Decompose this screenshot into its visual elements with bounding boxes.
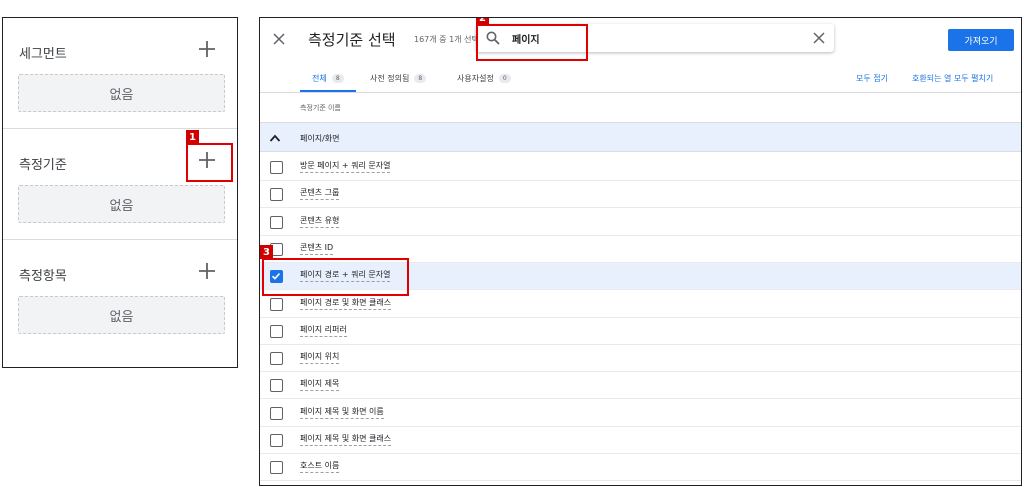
row-checkbox[interactable] [270,379,283,393]
row-label: 페이지 제목 및 화면 이름 [300,407,384,419]
dimension-row[interactable]: 페이지 리퍼러 [260,318,1021,345]
select-dimensions-dialog: 측정기준 선택 167개 중 1개 선택됨 가져오기 전체 8 사전 정의됨 8… [259,17,1022,486]
row-checkbox[interactable] [270,434,283,447]
plus-icon [199,41,215,57]
row-label: 페이지 경로 및 화면 클래스 [300,298,392,310]
add-metric-button[interactable] [194,258,220,284]
tab-predefined-count: 8 [414,74,427,83]
variables-panel: 세그먼트 없음 측정기준 없음 측정항목 없음 [2,17,238,368]
annotation-3-number: 3 [260,245,273,260]
tab-all-label: 전체 [312,74,327,83]
metrics-title: 측정항목 [19,269,67,284]
row-checkbox[interactable] [270,406,283,420]
dimension-row[interactable]: 방문 페이지 + 쿼리 문자열 [260,154,1021,181]
annotation-2-number: 2 [476,18,489,25]
dimension-row[interactable]: 콘텐츠 그룹 [260,181,1021,209]
tab-custom-label: 사용자설정 [457,74,494,83]
dimension-row[interactable]: 호스트 이름 [260,454,1021,482]
row-label: 페이지 리퍼러 [300,325,347,337]
chevron-up-icon [269,134,281,142]
clear-search-icon[interactable] [812,31,826,45]
tabs-divider [260,92,1021,93]
group-label: 페이지/화면 [300,134,340,143]
tab-predefined[interactable]: 사전 정의됨 8 [370,73,427,84]
dimension-row[interactable]: 콘텐츠 유형 [260,209,1021,236]
segments-section: 세그먼트 없음 [3,18,237,129]
tab-custom[interactable]: 사용자설정 0 [457,73,511,84]
metrics-section: 측정항목 없음 [3,240,237,351]
segments-title: 세그먼트 [19,47,67,62]
segments-empty-dropzone[interactable]: 없음 [18,74,225,112]
tab-all-count: 8 [331,74,344,83]
tab-predefined-label: 사전 정의됨 [370,74,410,83]
row-checkbox[interactable] [270,161,283,174]
dimension-row[interactable]: 페이지 제목 [260,372,1021,400]
row-label: 방문 페이지 + 쿼리 문자열 [300,161,391,173]
metrics-empty-dropzone[interactable]: 없음 [18,296,225,334]
row-checkbox[interactable] [270,352,283,366]
dimension-row[interactable]: 페이지 제목 및 화면 이름 [260,400,1021,427]
row-label: 콘텐츠 유형 [300,216,340,228]
annotation-2-box [476,24,588,61]
annotation-1-box [186,143,233,182]
row-checkbox[interactable] [270,215,283,229]
annotation-3-box [262,258,409,297]
plus-icon [199,263,215,279]
tab-all[interactable]: 전체 8 [312,73,344,84]
dimensions-empty-dropzone[interactable]: 없음 [18,185,225,223]
dialog-title: 측정기준 선택 [308,31,396,49]
row-label: 페이지 제목 및 화면 클래스 [300,434,392,446]
close-dialog-button[interactable] [270,30,288,48]
add-segment-button[interactable] [194,36,220,62]
dimension-row[interactable]: 페이지 위치 [260,345,1021,373]
row-label: 콘텐츠 그룹 [300,188,340,201]
row-checkbox[interactable] [270,324,283,338]
row-checkbox[interactable] [270,188,283,202]
annotation-1-number: 1 [186,130,199,144]
import-button[interactable]: 가져오기 [948,29,1014,51]
tab-custom-count: 0 [498,74,511,83]
close-icon [273,33,285,45]
row-label: 호스트 이름 [300,461,340,474]
group-header-page-screen[interactable]: 페이지/화면 [260,122,1021,152]
dimension-row[interactable]: 페이지 제목 및 화면 클래스 [260,427,1021,454]
row-checkbox[interactable] [270,461,283,475]
column-header-dimension-name: 측정기준 이름 [300,104,341,112]
expand-compatible-button[interactable]: 호환되는 열 모두 펼치기 [912,73,993,84]
row-checkbox[interactable] [270,297,283,311]
row-label: 페이지 위치 [300,352,340,365]
row-label: 페이지 제목 [300,379,340,392]
row-label: 콘텐츠 ID [300,243,334,255]
dimensions-title: 측정기준 [19,158,67,173]
collapse-all-button[interactable]: 모두 접기 [856,73,888,84]
